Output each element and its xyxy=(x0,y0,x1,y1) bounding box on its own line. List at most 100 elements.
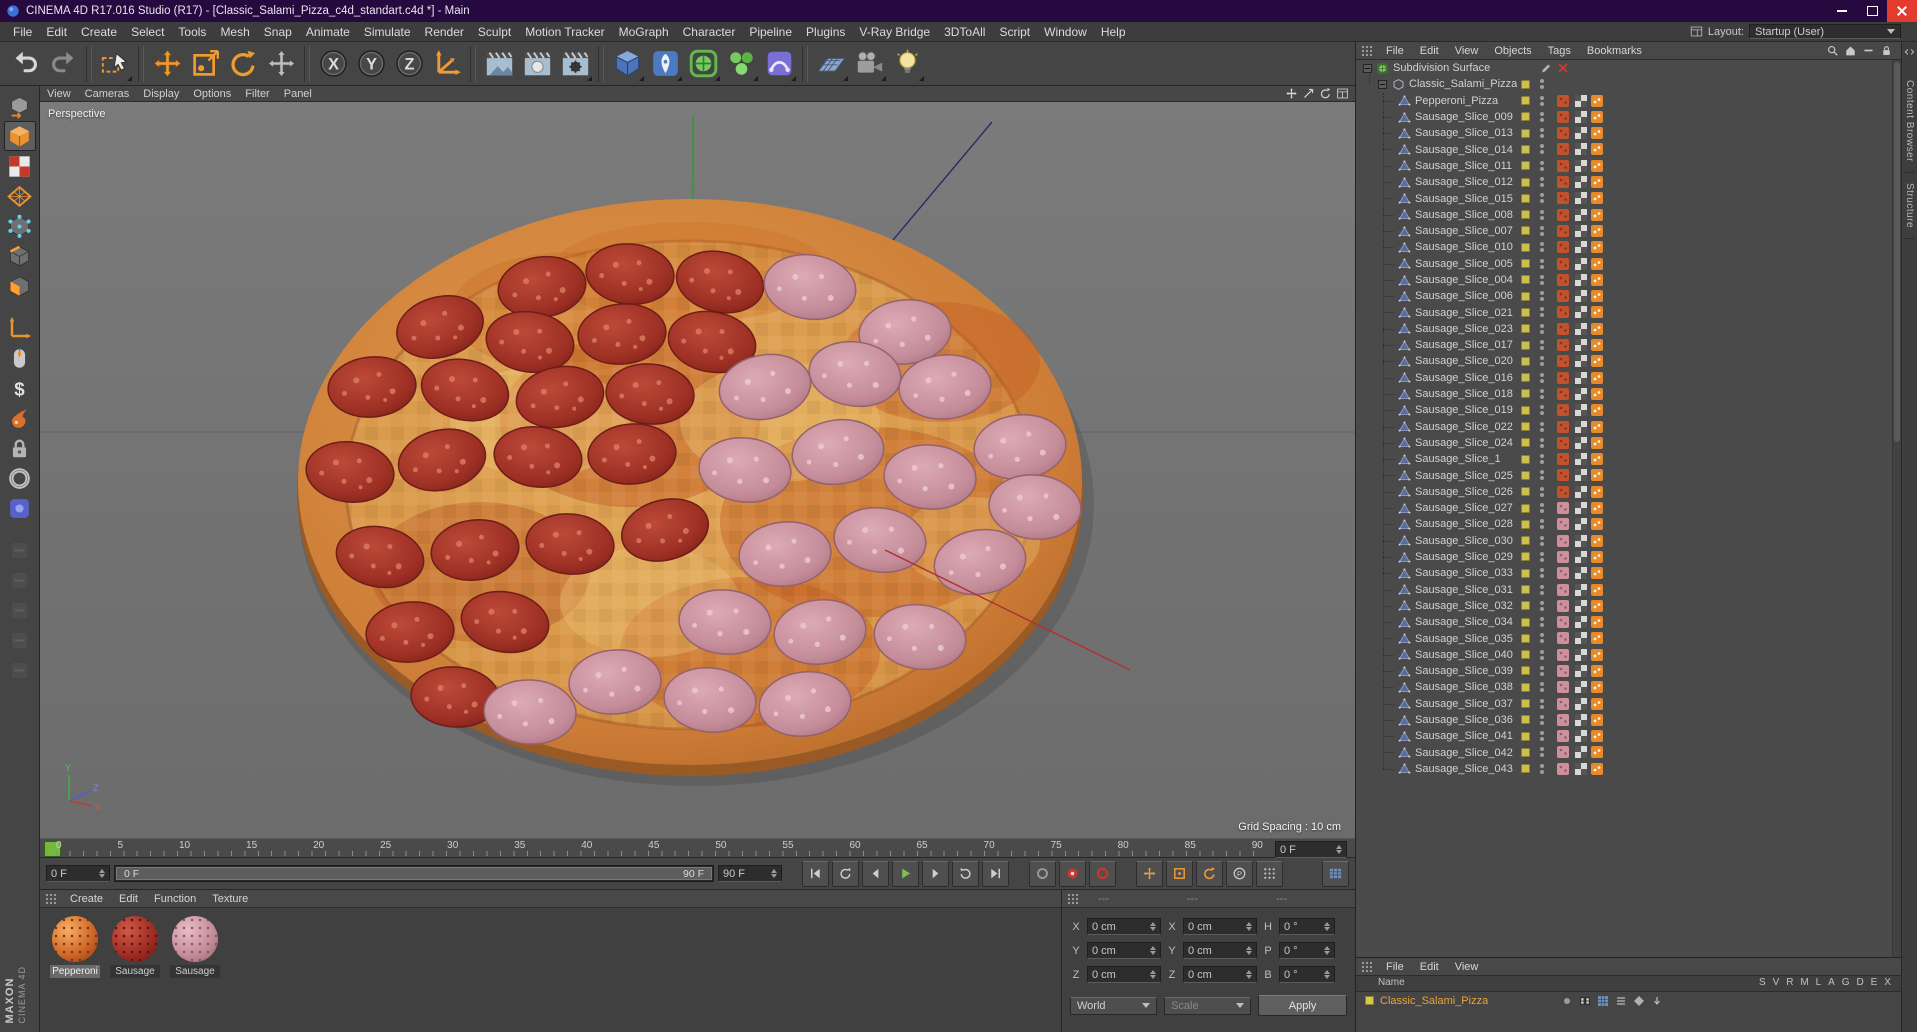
solo-toggle-icon[interactable] xyxy=(1561,995,1573,1007)
visibility-dots-icon[interactable] xyxy=(1540,682,1544,693)
object-row[interactable]: Sausage_Slice_016 xyxy=(1356,370,1901,386)
layer-menu-view[interactable]: View xyxy=(1447,961,1487,973)
layout-select[interactable]: Startup (User) xyxy=(1749,24,1901,39)
object-row[interactable]: Sausage_Slice_009 xyxy=(1356,109,1901,125)
visibility-dots-icon[interactable] xyxy=(1540,225,1544,236)
visibility-dots-icon[interactable] xyxy=(1540,242,1544,253)
phong-tag-icon[interactable] xyxy=(1591,371,1603,384)
object-row[interactable]: Sausage_Slice_033 xyxy=(1356,565,1901,581)
enabled-state-chip[interactable] xyxy=(1521,715,1530,725)
uvw-tag-icon[interactable] xyxy=(1575,550,1587,563)
current-frame-field[interactable]: 0 F xyxy=(46,865,110,882)
points-mode-button[interactable] xyxy=(4,211,36,241)
enabled-state-chip[interactable] xyxy=(1521,633,1530,643)
enabled-state-chip[interactable] xyxy=(1521,552,1530,562)
size-field[interactable]: 0 cm xyxy=(1183,942,1257,959)
object-row[interactable]: Sausage_Slice_025 xyxy=(1356,467,1901,483)
phong-tag-icon[interactable] xyxy=(1591,224,1603,237)
play-button[interactable] xyxy=(892,860,919,887)
rotate-button[interactable] xyxy=(224,45,262,83)
viewport-menu-options[interactable]: Options xyxy=(186,88,238,100)
enabled-state-chip[interactable] xyxy=(1521,405,1530,415)
side-tab-structure[interactable]: Structure xyxy=(1904,173,1915,240)
coordinate-space-dropdown[interactable]: World xyxy=(1070,996,1158,1015)
uvw-tag-icon[interactable] xyxy=(1575,143,1587,156)
side-tab-content-browser[interactable]: Content Browser xyxy=(1904,70,1915,173)
phong-tag-icon[interactable] xyxy=(1591,550,1603,563)
visibility-dots-icon[interactable] xyxy=(1540,160,1544,171)
material-menu-texture[interactable]: Texture xyxy=(204,893,256,905)
phong-tag-icon[interactable] xyxy=(1591,436,1603,449)
uvw-tag-icon[interactable] xyxy=(1575,208,1587,221)
phong-tag-icon[interactable] xyxy=(1591,339,1603,352)
live-selection-button[interactable] xyxy=(96,45,134,83)
uvw-tag-icon[interactable] xyxy=(1575,257,1587,270)
visibility-dots-icon[interactable] xyxy=(1540,193,1544,204)
view-toggle-icon[interactable] xyxy=(1336,87,1349,100)
uvw-tag-icon[interactable] xyxy=(1575,502,1587,515)
uvw-tag-icon[interactable] xyxy=(1575,371,1587,384)
phong-tag-icon[interactable] xyxy=(1591,273,1603,286)
texture-tag-icon[interactable] xyxy=(1557,681,1569,694)
visibility-dots-icon[interactable] xyxy=(1540,486,1544,497)
stepper-icon[interactable] xyxy=(1242,946,1252,955)
position-field[interactable]: 0 cm xyxy=(1087,942,1161,959)
visibility-dots-icon[interactable] xyxy=(1540,454,1544,465)
object-row[interactable]: Sausage_Slice_017 xyxy=(1356,337,1901,353)
phong-tag-icon[interactable] xyxy=(1591,306,1603,319)
plugin-tool-button[interactable] xyxy=(4,493,36,523)
enabled-state-chip[interactable] xyxy=(1521,275,1530,285)
menu-script[interactable]: Script xyxy=(992,25,1037,39)
object-row[interactable]: Sausage_Slice_034 xyxy=(1356,614,1901,630)
stepper-icon[interactable] xyxy=(1320,922,1330,931)
menu-simulate[interactable]: Simulate xyxy=(357,25,418,39)
texture-tag-icon[interactable] xyxy=(1557,534,1569,547)
object-menu-file[interactable]: File xyxy=(1378,45,1412,57)
uvw-tag-icon[interactable] xyxy=(1575,534,1587,547)
visibility-dots-icon[interactable] xyxy=(1540,128,1544,139)
deformer-button[interactable] xyxy=(760,45,798,83)
phong-tag-icon[interactable] xyxy=(1591,664,1603,677)
panel-handle-icon[interactable] xyxy=(1361,45,1373,56)
uvw-tag-icon[interactable] xyxy=(1575,616,1587,629)
material-preview-sphere[interactable] xyxy=(52,916,98,962)
uvw-tag-icon[interactable] xyxy=(1575,241,1587,254)
menu-select[interactable]: Select xyxy=(124,25,171,39)
uvw-tag-icon[interactable] xyxy=(1575,273,1587,286)
position-field[interactable]: 0 cm xyxy=(1087,918,1161,935)
close-button[interactable] xyxy=(1887,0,1917,22)
object-row[interactable]: Sausage_Slice_018 xyxy=(1356,386,1901,402)
uvw-tag-icon[interactable] xyxy=(1575,420,1587,433)
enabled-state-chip[interactable] xyxy=(1521,454,1530,464)
object-row[interactable]: Pepperoni_Pizza xyxy=(1356,93,1901,109)
visibility-dots-icon[interactable] xyxy=(1540,291,1544,302)
move-button[interactable] xyxy=(148,45,186,83)
material-preview-sphere[interactable] xyxy=(112,916,158,962)
uvw-tag-icon[interactable] xyxy=(1575,697,1587,710)
phong-tag-icon[interactable] xyxy=(1591,730,1603,743)
uvw-tag-icon[interactable] xyxy=(1575,355,1587,368)
visibility-dots-icon[interactable] xyxy=(1540,177,1544,188)
phong-tag-icon[interactable] xyxy=(1591,469,1603,482)
enabled-state-chip[interactable] xyxy=(1521,568,1530,578)
texture-tag-icon[interactable] xyxy=(1557,94,1569,107)
enabled-state-chip[interactable] xyxy=(1521,373,1530,383)
enabled-state-chip[interactable] xyxy=(1521,356,1530,366)
phong-tag-icon[interactable] xyxy=(1591,518,1603,531)
visibility-dots-icon[interactable] xyxy=(1540,551,1544,562)
menu-snap[interactable]: Snap xyxy=(257,25,299,39)
rec-parameter-button[interactable]: P xyxy=(1226,860,1253,887)
uvw-tag-icon[interactable] xyxy=(1575,127,1587,140)
phong-tag-icon[interactable] xyxy=(1591,208,1603,221)
layer-menu-file[interactable]: File xyxy=(1378,961,1412,973)
phong-tag-icon[interactable] xyxy=(1591,257,1603,270)
visibility-dots-icon[interactable] xyxy=(1540,405,1544,416)
texture-tag-icon[interactable] xyxy=(1557,339,1569,352)
rec-position-button[interactable] xyxy=(1136,860,1163,887)
layer-color-chip[interactable] xyxy=(1365,996,1374,1005)
enabled-state-chip[interactable] xyxy=(1521,536,1530,546)
phong-tag-icon[interactable] xyxy=(1591,127,1603,140)
uvw-tag-icon[interactable] xyxy=(1575,387,1587,400)
snap-mouse-button[interactable] xyxy=(4,343,36,373)
enabled-state-chip[interactable] xyxy=(1521,79,1530,89)
